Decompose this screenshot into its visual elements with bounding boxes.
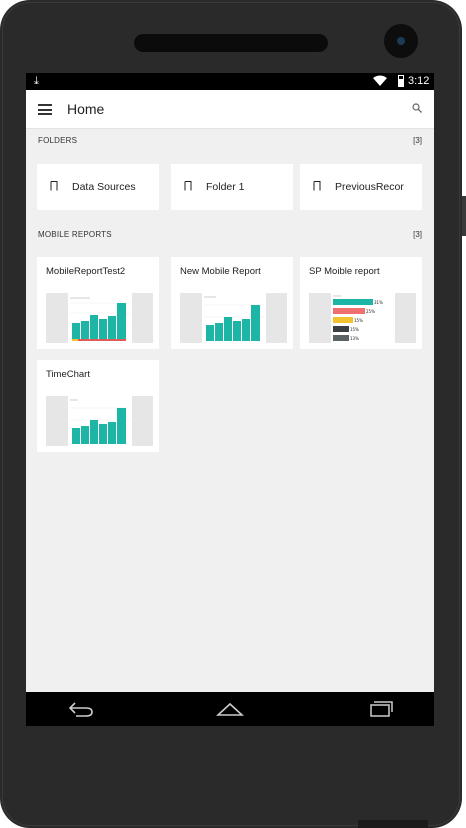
folders-count: [3] [413, 136, 422, 145]
home-icon[interactable] [216, 700, 244, 718]
recent-apps-icon[interactable] [367, 700, 393, 718]
back-icon[interactable] [68, 700, 94, 718]
phone-bottom-edge [358, 820, 428, 828]
status-bar: ⤓ 3:12 [26, 73, 434, 90]
report-card-sp-moible-report[interactable]: SP Moible report 31% 25% 15% 15% 13% [300, 257, 422, 349]
report-title: MobileReportTest2 [46, 266, 126, 277]
app-bar: Home [26, 90, 434, 129]
page-title: Home [67, 101, 105, 117]
search-icon[interactable] [412, 103, 422, 113]
horizontal-bar-thumbnail: 31% 25% 15% 15% 13% [331, 293, 395, 343]
menu-icon[interactable] [38, 104, 52, 115]
phone-side-button [462, 196, 466, 236]
bar-chart-thumbnail [68, 293, 132, 343]
download-icon: ⤓ [34, 74, 39, 87]
mobile-reports-count: [3] [413, 230, 422, 239]
bar-data-label: 31% [374, 300, 383, 305]
folder-card-previous-records[interactable]: PreviousRecor [300, 164, 422, 210]
bar-data-label: 13% [350, 336, 359, 341]
folder-card-data-sources[interactable]: Data Sources [37, 164, 159, 210]
folder-card-folder-1[interactable]: Folder 1 [171, 164, 293, 210]
battery-icon [398, 75, 404, 87]
bar-data-label: 25% [366, 309, 375, 314]
bar-chart-thumbnail [202, 293, 266, 343]
phone-frame: ⤓ 3:12 Home FOLDERS [3] Data Sources Fol… [0, 0, 462, 828]
folder-icon [313, 181, 321, 191]
report-card-mobilereporttest2[interactable]: MobileReportTest2 [37, 257, 159, 349]
app-screen: ⤓ 3:12 Home FOLDERS [3] Data Sources Fol… [26, 73, 434, 726]
report-card-timechart[interactable]: TimeChart [37, 360, 159, 452]
bar-data-label: 15% [354, 318, 363, 323]
wifi-icon [373, 75, 387, 86]
status-time: 3:12 [408, 75, 430, 87]
mobile-reports-section-label: MOBILE REPORTS [38, 230, 112, 239]
phone-speaker [134, 34, 328, 52]
report-thumbnail: 31% 25% 15% 15% 13% [309, 293, 416, 343]
report-title: TimeChart [46, 369, 90, 380]
folders-section-label: FOLDERS [38, 136, 78, 145]
report-thumbnail [46, 293, 153, 343]
report-title: SP Moible report [309, 266, 380, 277]
folder-label: PreviousRecor [335, 181, 404, 193]
phone-camera [384, 24, 418, 58]
android-nav-bar [26, 692, 434, 726]
report-thumbnail [46, 396, 153, 446]
report-title: New Mobile Report [180, 266, 261, 277]
folder-icon [184, 181, 192, 191]
bar-data-label: 15% [350, 327, 359, 332]
folder-label: Data Sources [72, 181, 136, 193]
bar-chart-thumbnail [68, 396, 132, 446]
report-thumbnail [180, 293, 287, 343]
report-card-new-mobile-report[interactable]: New Mobile Report [171, 257, 293, 349]
folder-label: Folder 1 [206, 181, 245, 193]
folder-icon [50, 181, 58, 191]
